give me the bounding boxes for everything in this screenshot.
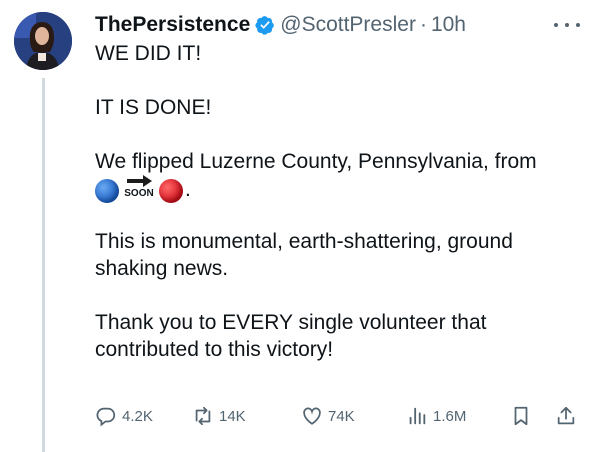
bookmark-button[interactable] [510,404,532,428]
emoji-sequence: SOON . [95,175,590,203]
user-handle[interactable]: @ScottPresler [280,12,416,38]
avatar-image [14,12,72,70]
blue-circle-emoji [95,179,119,203]
like-button[interactable]: 74K [301,404,355,428]
separator-dot: · [419,13,427,36]
soon-arrow-emoji: SOON [121,175,157,203]
reply-count: 4.2K [122,407,153,425]
thread-connector-line [42,78,45,452]
reply-icon [96,407,116,427]
retweet-icon [195,406,211,426]
share-button[interactable] [555,404,577,428]
retweet-count: 14K [219,407,246,425]
tweet-text: WE DID IT! IT IS DONE! We flipped Luzern… [95,40,590,363]
timestamp[interactable]: 10h [431,12,466,38]
tweet-paragraph-2: IT IS DONE! [95,96,212,119]
action-bar: 4.2K 14K 74K 1.6M [95,404,585,428]
right-arrow-icon [127,175,152,187]
reply-button[interactable]: 4.2K [95,404,153,428]
display-name[interactable]: ThePersistence [95,12,250,38]
avatar[interactable] [14,12,72,70]
tweet-paragraph-4: This is monumental, earth-shattering, gr… [95,230,513,280]
tweet-paragraph-5: Thank you to EVERY single volunteer that… [95,311,487,361]
like-count: 74K [328,407,355,425]
tweet-paragraph-3: We flipped Luzerne County, Pennsylvania,… [95,150,537,173]
red-circle-emoji [159,179,183,203]
views-chart-icon [409,407,426,425]
tweet-header: ThePersistence @ScottPresler · 10h [95,12,466,38]
views-button[interactable]: 1.6M [406,404,466,428]
heart-icon [303,407,321,425]
share-icon [557,406,575,425]
verified-badge-icon[interactable] [255,15,275,35]
bookmark-icon [514,406,528,426]
retweet-button[interactable]: 14K [192,404,246,428]
tweet-paragraph-1: WE DID IT! [95,42,202,65]
more-options-icon[interactable] [554,18,580,32]
views-count: 1.6M [433,407,467,425]
soon-label: SOON [124,188,154,199]
sentence-period: . [185,178,191,201]
